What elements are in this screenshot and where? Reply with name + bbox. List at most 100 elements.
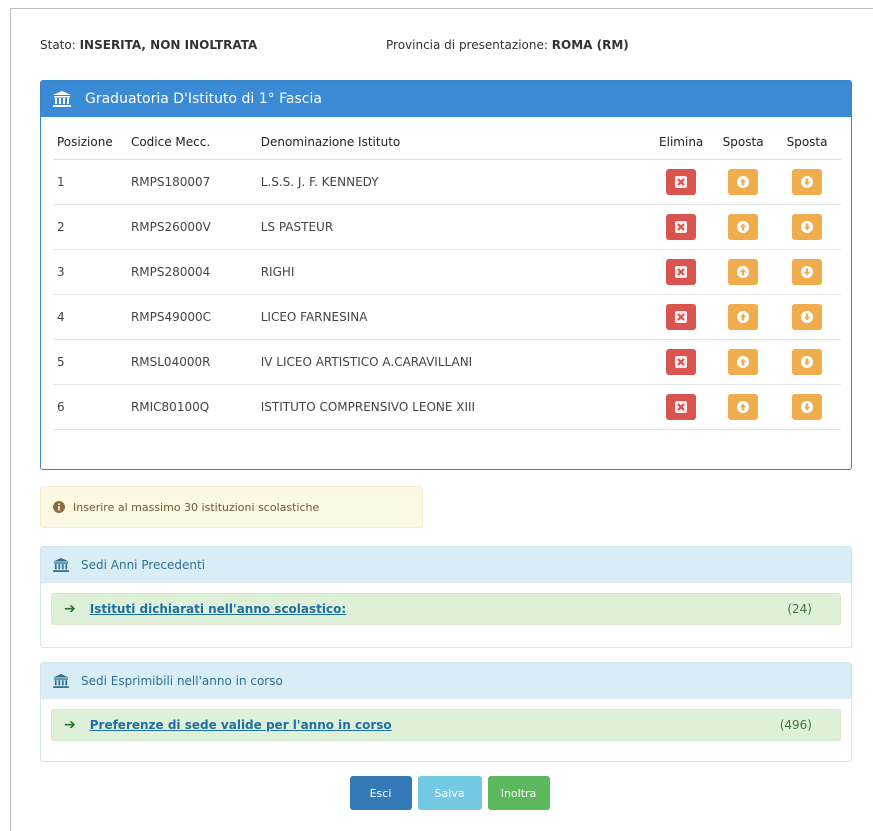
sedi-anni-precedenti-panel: Sedi Anni Precedenti ➔ Istituti dichiara…	[40, 546, 852, 648]
graduatoria-panel-header: Graduatoria D'Istituto di 1° Fascia	[41, 81, 851, 117]
row-posizione: 3	[53, 249, 127, 295]
sedi-esprimibili-title: Sedi Esprimibili nell'anno in corso	[81, 674, 283, 688]
row-codice: RMPS49000C	[126, 294, 257, 340]
esci-button[interactable]: Esci	[349, 776, 412, 810]
institution-icon	[53, 558, 69, 572]
arrow-up-circle-icon	[737, 221, 750, 233]
arrow-right-icon: ➔	[64, 717, 76, 733]
sposta-su-button-cell	[713, 294, 774, 340]
arrow-down-circle-icon	[801, 221, 814, 233]
arrow-right-icon: ➔	[64, 601, 76, 617]
close-icon	[675, 356, 688, 368]
arrow-up-circle-icon	[737, 356, 750, 368]
elimina-button[interactable]	[666, 259, 697, 285]
sposta-giu-button[interactable]	[792, 349, 823, 375]
elimina-button-cell	[649, 159, 714, 205]
status-label: Stato:	[40, 38, 76, 52]
row-posizione: 4	[53, 294, 127, 340]
arrow-up-circle-icon	[737, 311, 750, 323]
inoltra-button[interactable]: Inoltra	[487, 776, 550, 810]
row-codice: RMIC80100Q	[126, 384, 257, 430]
table-row: 5 RMSL04000R IV LICEO ARTISTICO A.CARAVILL…	[53, 339, 841, 385]
elimina-button[interactable]	[666, 169, 697, 195]
close-icon	[675, 401, 688, 413]
row-posizione: 1	[53, 159, 127, 205]
sposta-giu-button-cell	[773, 339, 841, 385]
status-value: INSERITA, NON INOLTRATA	[79, 38, 258, 52]
elimina-button-cell	[649, 339, 714, 385]
row-codice: RMSL04000R	[126, 339, 257, 385]
sposta-su-button[interactable]	[728, 259, 759, 285]
close-icon	[675, 311, 688, 323]
sposta-su-button-cell	[713, 204, 774, 250]
graduatoria-panel-title: Graduatoria D'Istituto di 1° Fascia	[85, 91, 322, 107]
istituti-dichiarati-count: (24)	[787, 602, 812, 616]
col-sposta-up: Sposta	[713, 125, 774, 160]
institution-icon	[53, 674, 69, 688]
close-icon	[675, 176, 688, 188]
row-denominazione: IV LICEO ARTISTICO A.CARAVILLANI	[256, 339, 650, 385]
sedi-anni-precedenti-header: Sedi Anni Precedenti	[41, 547, 851, 583]
preferenze-sede-row[interactable]: ➔ Preferenze di sede valide per l'anno i…	[51, 709, 841, 741]
sposta-giu-button[interactable]	[792, 304, 823, 330]
row-denominazione: LS PASTEUR	[256, 204, 650, 250]
elimina-button-cell	[649, 204, 714, 250]
sposta-giu-button[interactable]	[792, 169, 823, 195]
alert-text: Inserire al massimo 30 istituzioni scola…	[73, 500, 320, 514]
arrow-up-circle-icon	[737, 266, 750, 278]
sposta-su-button-cell	[713, 339, 774, 385]
provincia-value: ROMA (RM)	[551, 38, 629, 52]
arrow-up-circle-icon	[737, 176, 750, 188]
row-posizione: 6	[53, 384, 127, 430]
elimina-button[interactable]	[666, 349, 697, 375]
salva-button[interactable]: Salva	[417, 776, 482, 810]
table-row: 1 RMPS180007 L.S.S. J. F. KENNEDY	[53, 159, 841, 205]
table-row: 6 RMIC80100Q ISTITUTO COMPRENSIVO LEONE XI…	[53, 384, 841, 430]
row-denominazione: ISTITUTO COMPRENSIVO LEONE XIII	[256, 384, 650, 430]
istituti-dichiarati-link[interactable]: Istituti dichiarati nell'anno scolastico…	[90, 602, 346, 616]
elimina-button[interactable]	[666, 304, 697, 330]
graduatoria-panel: Graduatoria D'Istituto di 1° Fascia Posi…	[40, 80, 852, 470]
arrow-up-circle-icon	[737, 401, 750, 413]
sposta-su-button[interactable]	[728, 304, 759, 330]
sposta-giu-button[interactable]	[792, 259, 823, 285]
sposta-su-button[interactable]	[728, 349, 759, 375]
sedi-esprimibili-panel: Sedi Esprimibili nell'anno in corso ➔ Pr…	[40, 662, 852, 762]
elimina-button[interactable]	[666, 394, 697, 420]
col-posizione: Posizione	[53, 125, 127, 160]
provincia-line: Provincia di presentazione: ROMA (RM)	[386, 38, 629, 52]
col-codice: Codice Mecc.	[126, 125, 257, 160]
table-row: 3 RMPS280004 RIGHI	[53, 249, 841, 295]
sposta-su-button[interactable]	[728, 394, 759, 420]
sedi-esprimibili-header: Sedi Esprimibili nell'anno in corso	[41, 663, 851, 699]
preferenze-sede-link[interactable]: Preferenze di sede valide per l'anno in …	[90, 718, 392, 732]
arrow-down-circle-icon	[801, 401, 814, 413]
col-denominazione: Denominazione Istituto	[256, 125, 650, 160]
sposta-su-button[interactable]	[728, 169, 759, 195]
sposta-giu-button-cell	[773, 384, 841, 430]
row-codice: RMPS26000V	[126, 204, 257, 250]
sposta-giu-button-cell	[773, 204, 841, 250]
sposta-giu-button-cell	[773, 294, 841, 340]
max-institutions-alert: Inserire al massimo 30 istituzioni scola…	[40, 486, 423, 528]
status-line: Stato: INSERITA, NON INOLTRATA	[40, 38, 257, 52]
sposta-giu-button[interactable]	[792, 394, 823, 420]
col-elimina: Elimina	[649, 125, 714, 160]
preferenze-sede-count: (496)	[779, 718, 812, 732]
close-icon	[675, 221, 688, 233]
row-posizione: 5	[53, 339, 127, 385]
elimina-button-cell	[649, 384, 714, 430]
row-codice: RMPS180007	[126, 159, 257, 205]
institution-icon	[53, 91, 71, 107]
elimina-button-cell	[649, 249, 714, 295]
row-codice: RMPS280004	[126, 249, 257, 295]
elimina-button[interactable]	[666, 214, 697, 240]
sposta-su-button[interactable]	[728, 214, 759, 240]
istituti-dichiarati-row[interactable]: ➔ Istituti dichiarati nell'anno scolasti…	[51, 593, 841, 625]
close-icon	[675, 266, 688, 278]
sposta-giu-button[interactable]	[792, 214, 823, 240]
arrow-down-circle-icon	[801, 311, 814, 323]
graduatoria-table: Posizione Codice Mecc. Denominazione Ist…	[53, 125, 841, 430]
info-icon	[53, 501, 65, 513]
table-header-row: Posizione Codice Mecc. Denominazione Ist…	[53, 125, 841, 160]
